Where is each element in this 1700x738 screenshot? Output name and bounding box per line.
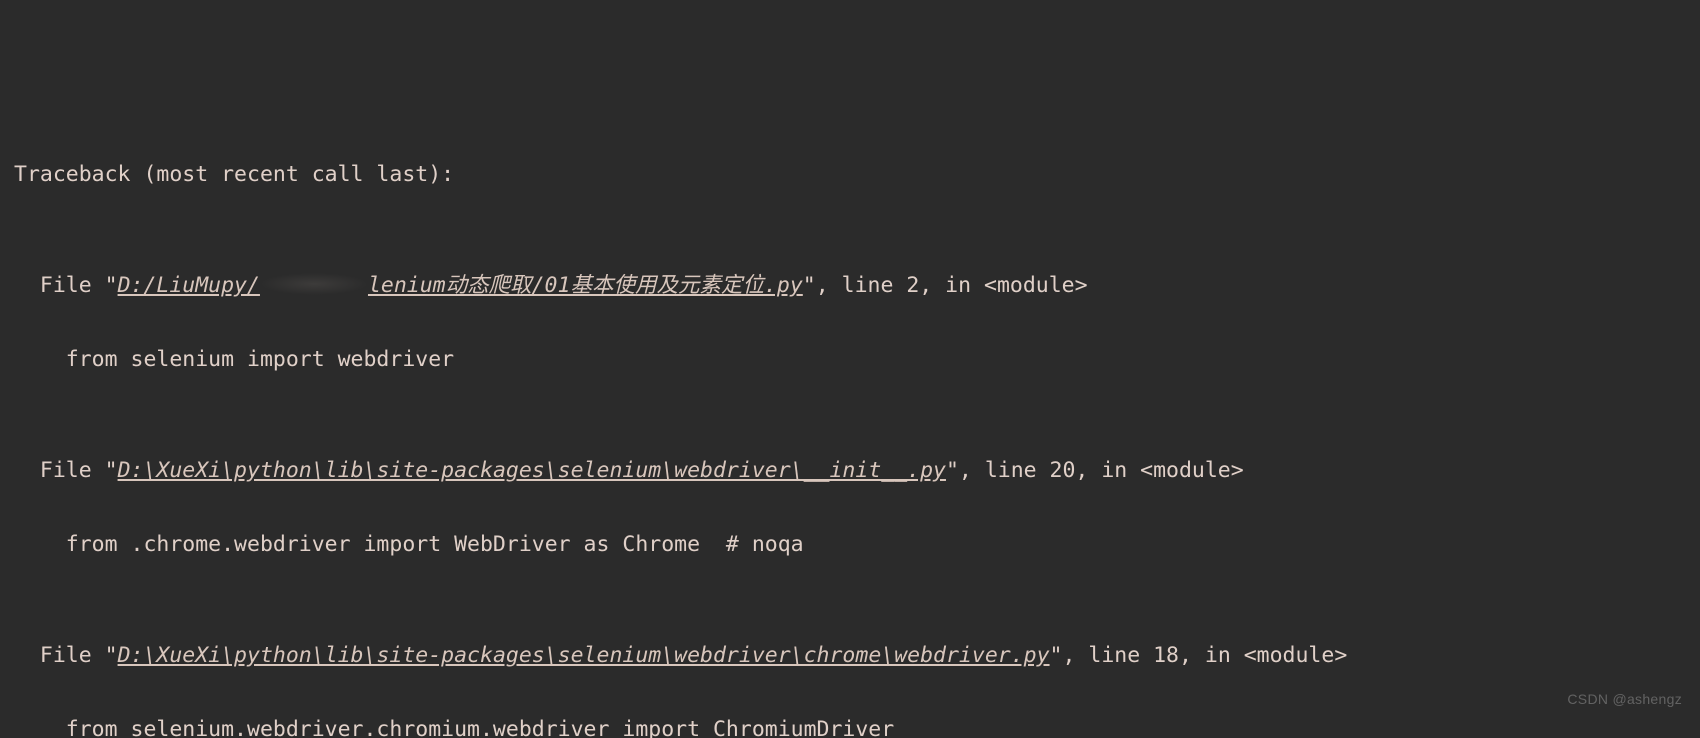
- frame-file-line: File "D:\XueXi\python\lib\site-packages\…: [14, 452, 1686, 489]
- file-path[interactable]: D:\XueXi\python\lib\site-packages\seleni…: [118, 643, 1050, 668]
- frame-file-line: File "D:/LiuMupy/lenium动态爬取/01基本使用及元素定位.…: [14, 267, 1686, 304]
- frame-code-line: from .chrome.webdriver import WebDriver …: [14, 526, 1686, 563]
- frame-code-line: from selenium.webdriver.chromium.webdriv…: [14, 711, 1686, 738]
- redacted-segment: [260, 273, 368, 296]
- frame-code-line: from selenium import webdriver: [14, 341, 1686, 378]
- traceback-header: Traceback (most recent call last):: [14, 156, 1686, 193]
- file-path[interactable]: D:/LiuMupy/lenium动态爬取/01基本使用及元素定位.py: [118, 273, 803, 298]
- watermark: CSDN @ashengz: [1567, 681, 1682, 718]
- frame-file-line: File "D:\XueXi\python\lib\site-packages\…: [14, 637, 1686, 674]
- file-path[interactable]: D:\XueXi\python\lib\site-packages\seleni…: [118, 458, 946, 483]
